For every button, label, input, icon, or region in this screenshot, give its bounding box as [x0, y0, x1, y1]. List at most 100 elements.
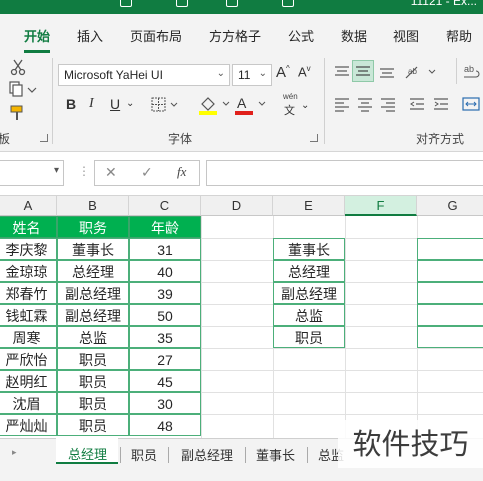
worksheet-grid[interactable]: A B C D E F G 姓名 职务 年龄 李庆黎 董事长 31 金琼琼 总经…: [0, 196, 483, 438]
cell-age[interactable]: 45: [129, 370, 201, 392]
formula-input[interactable]: [206, 160, 483, 186]
cell-position[interactable]: 董事长: [57, 238, 129, 260]
cell-name[interactable]: 金琼琼: [0, 260, 57, 282]
scroll-left-icon[interactable]: ▸: [12, 447, 17, 458]
column-header-e[interactable]: E: [273, 196, 345, 216]
save-icon[interactable]: [120, 0, 132, 7]
align-top-icon[interactable]: [333, 64, 351, 80]
cell-name[interactable]: 赵明红: [0, 370, 57, 392]
phonetic-label[interactable]: wén: [283, 92, 298, 101]
empty-formatted-cell[interactable]: [417, 260, 483, 282]
font-color-icon[interactable]: A: [234, 94, 268, 116]
tab-data[interactable]: 数据: [341, 26, 367, 45]
cut-icon[interactable]: [10, 58, 26, 76]
tab-help[interactable]: 帮助: [446, 26, 472, 45]
cell-position[interactable]: 副总经理: [57, 282, 129, 304]
cell-age[interactable]: 31: [129, 238, 201, 260]
table-header-age[interactable]: 年龄: [129, 216, 201, 238]
align-bottom-icon[interactable]: [378, 64, 396, 80]
sheet-tab[interactable]: 副总经理: [181, 445, 233, 464]
align-left-icon[interactable]: [333, 96, 351, 112]
orientation-icon[interactable]: ab: [403, 62, 439, 82]
tab-insert[interactable]: 插入: [77, 26, 103, 45]
bold-button[interactable]: B: [66, 96, 76, 112]
decrease-indent-icon[interactable]: [408, 96, 426, 112]
grid-icon[interactable]: [226, 0, 238, 7]
cell-age[interactable]: 35: [129, 326, 201, 348]
align-center-icon[interactable]: [356, 96, 374, 112]
format-icon[interactable]: [282, 0, 294, 7]
fill-color-icon[interactable]: [198, 94, 232, 116]
cell-name[interactable]: 周寒: [0, 326, 57, 348]
column-header-b[interactable]: B: [57, 196, 129, 216]
name-box[interactable]: ▾: [0, 160, 64, 186]
cell-position[interactable]: 总监: [57, 326, 129, 348]
cell-name[interactable]: 郑春竹: [0, 282, 57, 304]
column-header-f[interactable]: F: [345, 196, 417, 216]
position-list-item[interactable]: 总经理: [273, 260, 345, 282]
underline-dropdown-icon[interactable]: ⌄: [126, 98, 134, 109]
empty-formatted-cell[interactable]: [417, 304, 483, 326]
copy-icon[interactable]: [8, 80, 38, 98]
empty-formatted-cell[interactable]: [417, 238, 483, 260]
tab-fangfang[interactable]: 方方格子: [209, 26, 261, 45]
cell-age[interactable]: 39: [129, 282, 201, 304]
column-header-g[interactable]: G: [417, 196, 483, 216]
cell-age[interactable]: 50: [129, 304, 201, 326]
wrap-text-icon[interactable]: ab: [462, 62, 483, 82]
table-header-name[interactable]: 姓名: [0, 216, 57, 238]
italic-button[interactable]: I: [89, 96, 94, 112]
tab-page-layout[interactable]: 页面布局: [130, 26, 182, 45]
cell-position[interactable]: 职员: [57, 392, 129, 414]
increase-indent-icon[interactable]: [432, 96, 450, 112]
cell-position[interactable]: 职员: [57, 348, 129, 370]
position-list-item[interactable]: 副总经理: [273, 282, 345, 304]
column-header-d[interactable]: D: [201, 196, 273, 216]
sheet-tab[interactable]: 董事长: [256, 445, 295, 464]
position-list-item[interactable]: 总监: [273, 304, 345, 326]
cell-position[interactable]: 职员: [57, 370, 129, 392]
merge-center-icon[interactable]: [461, 96, 481, 112]
increase-font-icon[interactable]: A^: [276, 64, 290, 81]
table-icon[interactable]: [176, 0, 188, 7]
borders-icon[interactable]: [150, 97, 180, 113]
cell-name[interactable]: 沈眉: [0, 392, 57, 414]
column-header-c[interactable]: C: [129, 196, 201, 216]
cell-age[interactable]: 40: [129, 260, 201, 282]
empty-formatted-cell[interactable]: [417, 282, 483, 304]
sheet-tab[interactable]: 职员: [131, 445, 157, 464]
cell-position[interactable]: 副总经理: [57, 304, 129, 326]
empty-formatted-cell[interactable]: [417, 326, 483, 348]
confirm-entry-button[interactable]: ✓: [141, 164, 153, 181]
decrease-font-icon[interactable]: Av: [298, 64, 311, 79]
cell-age[interactable]: 30: [129, 392, 201, 414]
cancel-entry-button[interactable]: ✕: [105, 164, 117, 181]
sheet-tab-active[interactable]: 总经理: [56, 438, 118, 464]
align-right-icon[interactable]: [379, 96, 397, 112]
clipboard-launcher-icon[interactable]: [40, 134, 48, 142]
cell-position[interactable]: 总经理: [57, 260, 129, 282]
cell-position[interactable]: 职员: [57, 414, 129, 436]
phonetic-char[interactable]: 文: [284, 102, 295, 118]
phonetic-dropdown-icon[interactable]: ⌄: [301, 100, 309, 111]
font-launcher-icon[interactable]: [310, 134, 318, 142]
align-middle-button[interactable]: [352, 60, 374, 82]
tab-home[interactable]: 开始: [24, 26, 50, 45]
cell-name[interactable]: 严欣怡: [0, 348, 57, 370]
underline-button[interactable]: U: [110, 96, 120, 112]
table-header-position[interactable]: 职务: [57, 216, 129, 238]
cell-age[interactable]: 48: [129, 414, 201, 436]
font-name-dropdown[interactable]: Microsoft YaHei UI ⌄: [58, 64, 230, 86]
font-size-dropdown[interactable]: 11 ⌄: [232, 64, 272, 86]
format-painter-icon[interactable]: [8, 104, 26, 122]
cell-name[interactable]: 严灿灿: [0, 414, 57, 436]
cell-name[interactable]: 钱虹霖: [0, 304, 57, 326]
position-list-item[interactable]: 董事长: [273, 238, 345, 260]
column-header-a[interactable]: A: [0, 196, 57, 216]
cell-name[interactable]: 李庆黎: [0, 238, 57, 260]
tab-formulas[interactable]: 公式: [288, 26, 314, 45]
tab-view[interactable]: 视图: [393, 26, 419, 45]
position-list-item[interactable]: 职员: [273, 326, 345, 348]
cell-age[interactable]: 27: [129, 348, 201, 370]
insert-function-button[interactable]: fx: [177, 164, 186, 180]
